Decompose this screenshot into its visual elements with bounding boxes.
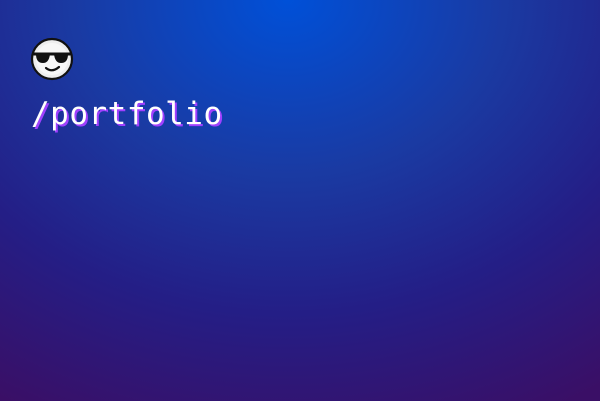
page-title: /portfolio: [31, 96, 223, 132]
cool-face-sunglasses-glyph: [30, 37, 74, 81]
cool-face-sunglasses-icon[interactable]: [30, 37, 74, 81]
landing-page: /portfolio: [0, 0, 600, 401]
